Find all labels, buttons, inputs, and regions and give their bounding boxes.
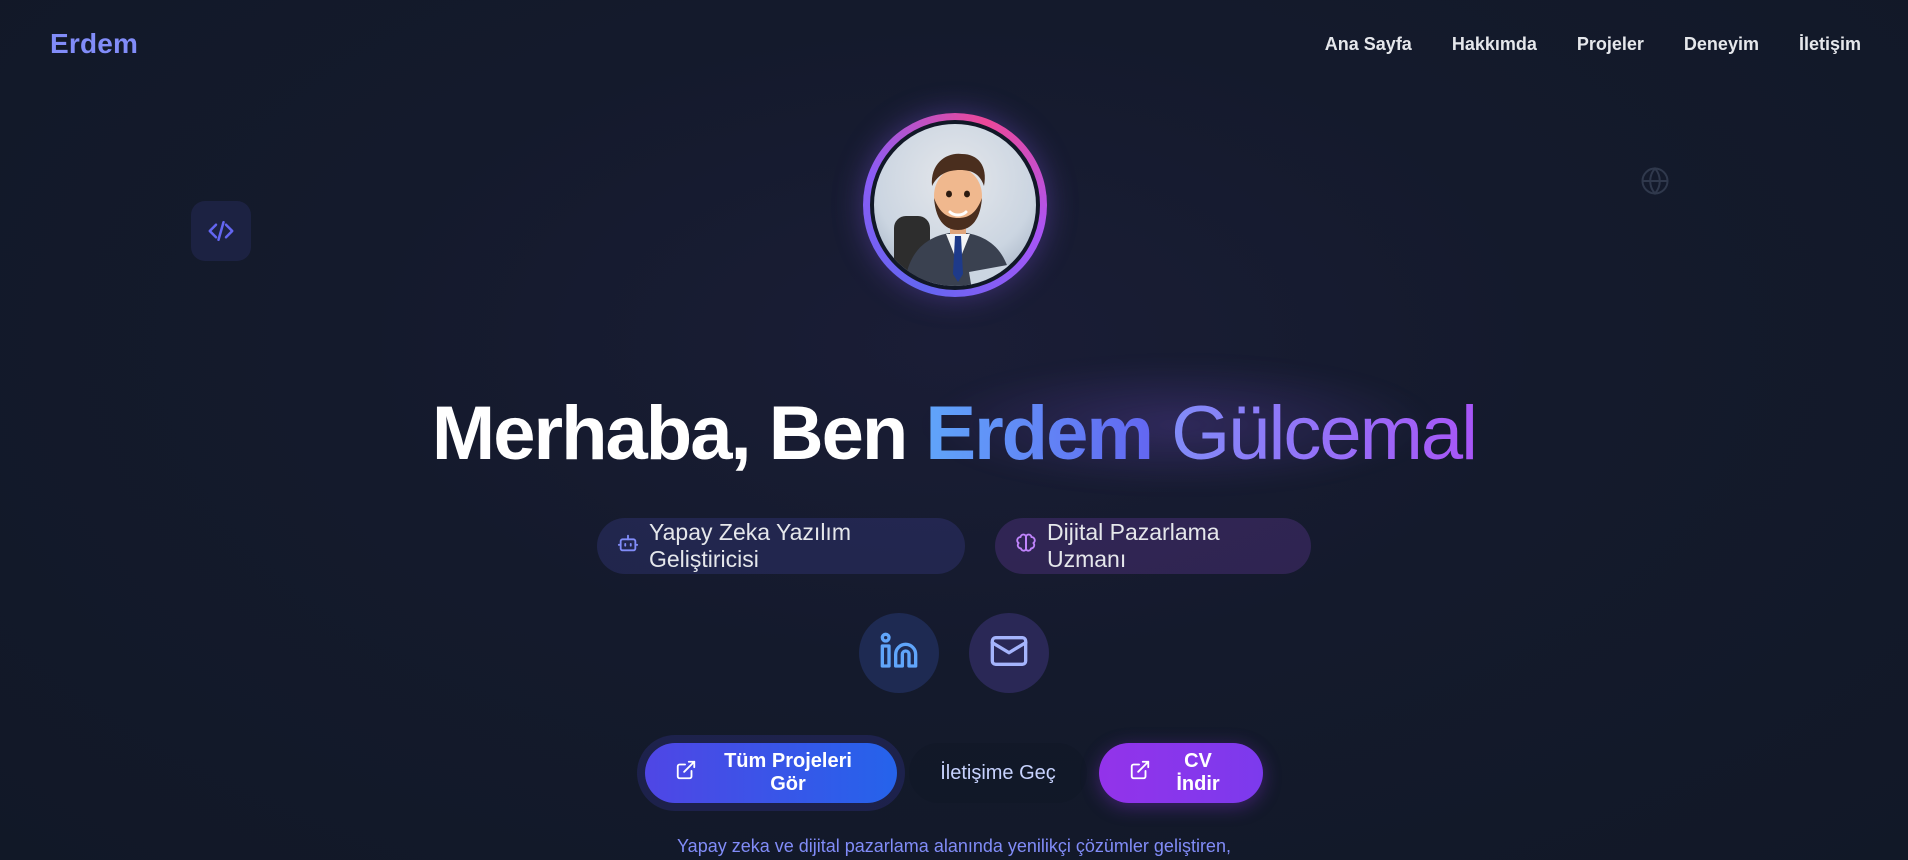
code-icon bbox=[191, 201, 251, 261]
linkedin-icon bbox=[879, 631, 919, 676]
button-label: CV İndir bbox=[1176, 750, 1220, 795]
globe-icon bbox=[1640, 166, 1670, 196]
button-label: İletişime Geç bbox=[940, 761, 1056, 784]
email-button[interactable] bbox=[969, 613, 1049, 693]
avatar-image bbox=[870, 120, 1040, 290]
social-links bbox=[0, 613, 1908, 693]
badge-ai-developer: Yapay Zeka Yazılım Geliştiricisi bbox=[597, 518, 965, 574]
hero-title: Merhaba, Ben Erdem Gülcemal bbox=[0, 388, 1908, 480]
nav-link-projects[interactable]: Projeler bbox=[1577, 34, 1644, 55]
role-badges: Yapay Zeka Yazılım Geliştiricisi Dijital… bbox=[0, 518, 1908, 574]
title-first-name: Erdem bbox=[925, 391, 1154, 476]
button-label: Tüm Projeleri Gör bbox=[724, 750, 852, 795]
site-logo[interactable]: Erdem bbox=[50, 28, 138, 60]
download-cv-button[interactable]: CV İndir bbox=[1099, 743, 1263, 803]
title-greeting: Merhaba, Ben bbox=[431, 391, 908, 476]
nav-link-home[interactable]: Ana Sayfa bbox=[1325, 34, 1412, 55]
badge-digital-marketing: Dijital Pazarlama Uzmanı bbox=[995, 518, 1311, 574]
nav-link-about[interactable]: Hakkımda bbox=[1452, 34, 1537, 55]
main-nav: Ana Sayfa Hakkımda Projeler Deneyim İlet… bbox=[1325, 34, 1861, 55]
hero-actions: Tüm Projeleri Gör İletişime Geç CV İndir bbox=[0, 743, 1908, 803]
badge-label: Dijital Pazarlama Uzmanı bbox=[1047, 519, 1220, 572]
title-last-name: Gülcemal bbox=[1171, 391, 1478, 476]
hero-tagline: Yapay zeka ve dijital pazarlama alanında… bbox=[677, 836, 1231, 856]
contact-button[interactable]: İletişime Geç bbox=[909, 743, 1087, 803]
brain-icon bbox=[1015, 532, 1037, 560]
linkedin-button[interactable] bbox=[859, 613, 939, 693]
profile-avatar bbox=[863, 113, 1047, 297]
badge-label: Yapay Zeka Yazılım Geliştiricisi bbox=[649, 519, 851, 572]
external-link-icon bbox=[675, 759, 697, 787]
nav-link-experience[interactable]: Deneyim bbox=[1684, 34, 1759, 55]
robot-icon bbox=[617, 532, 639, 560]
mail-icon bbox=[989, 631, 1029, 676]
avatar-illustration bbox=[894, 153, 1032, 286]
nav-link-contact[interactable]: İletişim bbox=[1799, 34, 1861, 55]
external-link-icon bbox=[1129, 759, 1151, 787]
top-navbar: Erdem Ana Sayfa Hakkımda Projeler Deneyi… bbox=[0, 0, 1908, 88]
view-all-projects-button[interactable]: Tüm Projeleri Gör bbox=[645, 743, 897, 803]
